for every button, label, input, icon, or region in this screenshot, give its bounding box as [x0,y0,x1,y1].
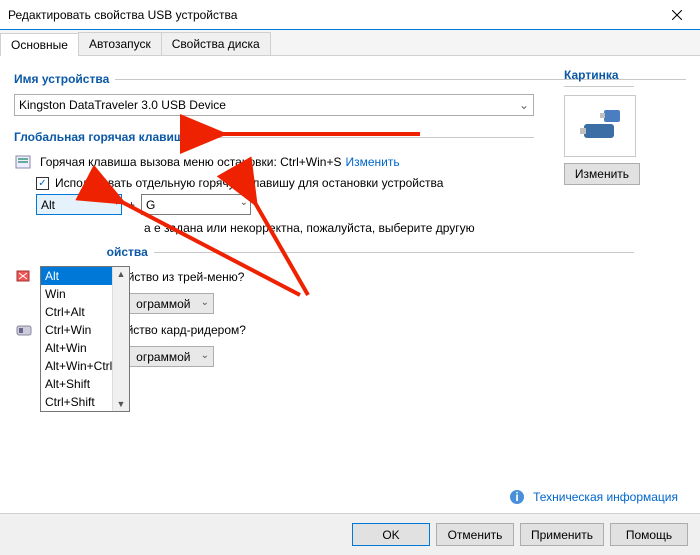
stop-menu-icon [14,152,34,172]
help-button[interactable]: Помощь [610,523,688,546]
picture-label: Картинка [564,68,634,87]
tab-main[interactable]: Основные [0,33,79,56]
scroll-down-icon[interactable]: ▼ [117,397,126,411]
annotation-arrow [210,124,430,147]
device-name-value: Kingston DataTraveler 3.0 USB Device [19,98,226,112]
tech-info-link[interactable]: i Техническая информация [509,489,678,505]
dialog-buttons: OK Отменить Применить Помощь [0,513,700,555]
dropdown-scrollbar[interactable]: ▲ ▼ [112,267,129,411]
change-hotkey-link[interactable]: Изменить [345,155,399,169]
tab-autorun[interactable]: Автозапуск [78,32,162,55]
chevron-down-icon: ⌄ [519,98,529,112]
close-icon [672,10,682,20]
device-name-combo[interactable]: Kingston DataTraveler 3.0 USB Device ⌄ [14,94,534,116]
chevron-down-icon: ⌄ [201,350,209,361]
window-title: Редактировать свойства USB устройства [8,8,654,22]
info-icon: i [509,489,525,505]
change-picture-button[interactable]: Изменить [564,163,640,185]
title-bar: Редактировать свойства USB устройства [0,0,700,30]
scroll-up-icon[interactable]: ▲ [117,267,126,281]
annotation-arrow [248,195,368,308]
use-own-hotkey-label: Использовать отдельную горячую клавишу д… [55,176,443,190]
apply-button[interactable]: Применить [520,523,604,546]
tab-disk-properties[interactable]: Свойства диска [161,32,271,55]
section-label-device-name: Имя устройства [14,72,115,86]
tabs: Основные Автозапуск Свойства диска [0,30,700,56]
picture-panel: Картинка Изменить [564,68,684,185]
cancel-button[interactable]: Отменить [436,523,514,546]
svg-text:i: i [515,490,518,504]
card-reader-value: ограммой [136,350,190,364]
modifier-value: Alt [41,198,55,212]
use-own-hotkey-checkbox[interactable]: ✓ [36,177,49,190]
card-reader-icon [14,320,34,340]
device-image [564,95,636,157]
usb-drive-icon [576,106,624,146]
ok-button[interactable]: OK [352,523,430,546]
section-label-global-hotkey: Глобальная горячая клавиша [14,130,197,144]
tech-info-label: Техническая информация [533,490,678,504]
close-button[interactable] [654,0,700,30]
modifier-dropdown[interactable]: Alt Win Ctrl+Alt Ctrl+Win Alt+Win Alt+Wi… [40,266,130,412]
hotkey-menu-text: Горячая клавиша вызова меню остановки: C… [40,155,341,169]
tray-icon [14,267,34,287]
